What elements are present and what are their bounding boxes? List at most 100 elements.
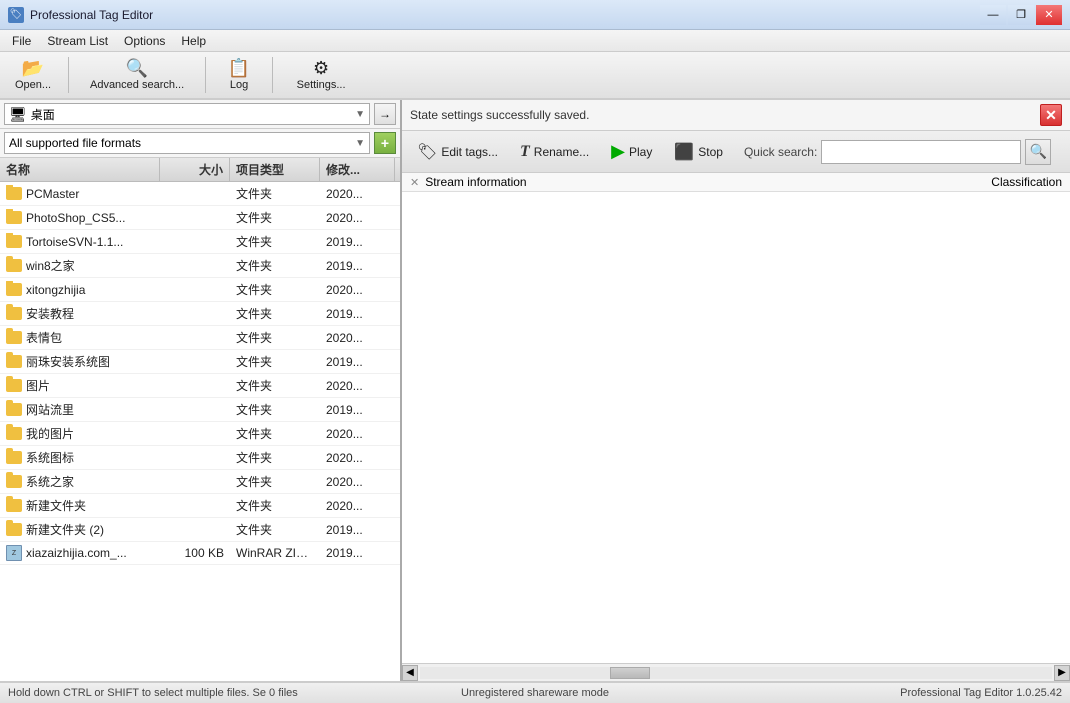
stop-button[interactable]: ⬛ Stop — [665, 135, 732, 169]
col-type-header[interactable]: 项目类型 — [230, 158, 320, 181]
file-name-cell: 安装教程 — [0, 303, 160, 324]
file-modified-cell: 2020... — [320, 281, 395, 299]
table-row[interactable]: xitongzhijia 文件夹 2020... — [0, 278, 400, 302]
settings-button[interactable]: ⚙ Settings... — [281, 55, 361, 95]
file-list[interactable]: 名称 大小 项目类型 修改... PCMaster 文件夹 2020... Ph… — [0, 158, 400, 681]
menu-stream-list[interactable]: Stream List — [39, 32, 116, 50]
search-icon: 🔍 — [126, 59, 148, 77]
status-notification: State settings successfully saved. ✕ — [402, 100, 1070, 131]
edit-tags-button[interactable]: 🏷 Edit tags... — [408, 135, 507, 169]
play-icon: ▶ — [611, 141, 625, 162]
log-icon: 📋 — [228, 59, 250, 77]
table-row[interactable]: 图片 文件夹 2020... — [0, 374, 400, 398]
menu-options[interactable]: Options — [116, 32, 173, 50]
table-row[interactable]: 我的图片 文件夹 2020... — [0, 422, 400, 446]
quick-search-input[interactable] — [821, 140, 1021, 164]
restore-button[interactable]: ❐ — [1008, 5, 1034, 25]
file-name-cell: 图片 — [0, 375, 160, 396]
scroll-thumb[interactable] — [610, 667, 650, 679]
table-row[interactable]: TortoiseSVN-1.1... 文件夹 2019... — [0, 230, 400, 254]
edit-tags-icon: 🏷 — [417, 142, 437, 162]
menu-help[interactable]: Help — [173, 32, 214, 50]
file-modified-cell: 2020... — [320, 425, 395, 443]
file-modified-cell: 2019... — [320, 521, 395, 539]
minimize-button[interactable]: — — [980, 5, 1006, 25]
file-modified-cell: 2019... — [320, 257, 395, 275]
file-size-cell — [160, 432, 230, 436]
scroll-right-button[interactable]: ▶ — [1054, 665, 1070, 681]
stream-close-button[interactable]: ✕ — [410, 176, 419, 189]
table-row[interactable]: PhotoShop_CS5... 文件夹 2020... — [0, 206, 400, 230]
app-title: Professional Tag Editor — [30, 8, 980, 22]
add-filter-button[interactable]: + — [374, 132, 396, 154]
file-type-cell: 文件夹 — [230, 279, 320, 300]
log-button[interactable]: 📋 Log — [214, 55, 264, 95]
col-modified-header[interactable]: 修改... — [320, 158, 395, 181]
file-list-header: 名称 大小 项目类型 修改... — [0, 158, 400, 182]
scroll-track[interactable] — [420, 667, 1052, 679]
rename-icon: T — [520, 143, 530, 161]
file-name-cell: 表情包 — [0, 327, 160, 348]
close-button[interactable]: ✕ — [1036, 5, 1062, 25]
separator3 — [272, 57, 273, 93]
table-row[interactable]: 网站流里 文件夹 2019... — [0, 398, 400, 422]
folder-icon — [6, 451, 22, 464]
quick-search-go-button[interactable]: 🔍 — [1025, 139, 1051, 165]
titlebar: 🏷 Professional Tag Editor — ❐ ✕ — [0, 0, 1070, 30]
path-bar: 🖥 桌面 ▼ → — [0, 100, 400, 129]
file-name-cell: 新建文件夹 (2) — [0, 519, 160, 540]
right-scrollbar[interactable]: ◀ ▶ — [402, 663, 1070, 681]
path-combobox[interactable]: 🖥 桌面 ▼ — [4, 103, 370, 125]
rename-button[interactable]: T Rename... — [511, 135, 598, 169]
file-modified-cell: 2020... — [320, 209, 395, 227]
file-size-cell — [160, 216, 230, 220]
file-name-cell: 我的图片 — [0, 423, 160, 444]
table-row[interactable]: Z xiazaizhijia.com_... 100 KB WinRAR ZIP… — [0, 542, 400, 565]
table-row[interactable]: 表情包 文件夹 2020... — [0, 326, 400, 350]
scroll-left-button[interactable]: ◀ — [402, 665, 418, 681]
file-modified-cell: 2020... — [320, 449, 395, 467]
folder-icon — [6, 187, 22, 200]
table-row[interactable]: 系统之家 文件夹 2020... — [0, 470, 400, 494]
folder-icon — [6, 427, 22, 440]
stream-content-area — [402, 192, 1070, 663]
file-modified-cell: 2019... — [320, 233, 395, 251]
table-row[interactable]: 安装教程 文件夹 2019... — [0, 302, 400, 326]
main-toolbar: 📂 Open... 🔍 Advanced search... 📋 Log ⚙ S… — [0, 52, 1070, 100]
file-type-cell: 文件夹 — [230, 255, 320, 276]
file-type-cell: 文件夹 — [230, 447, 320, 468]
advanced-search-button[interactable]: 🔍 Advanced search... — [77, 55, 197, 95]
path-navigate-button[interactable]: → — [374, 103, 396, 125]
table-row[interactable]: 丽珠安装系统图 文件夹 2019... — [0, 350, 400, 374]
folder-icon — [6, 475, 22, 488]
table-row[interactable]: 新建文件夹 文件夹 2020... — [0, 494, 400, 518]
file-modified-cell: 2019... — [320, 305, 395, 323]
open-button[interactable]: 📂 Open... — [6, 55, 60, 95]
table-row[interactable]: win8之家 文件夹 2019... — [0, 254, 400, 278]
play-button[interactable]: ▶ Play — [602, 135, 661, 169]
file-type-cell: 文件夹 — [230, 351, 320, 372]
file-name-cell: win8之家 — [0, 255, 160, 276]
file-type-cell: 文件夹 — [230, 519, 320, 540]
table-row[interactable]: 新建文件夹 (2) 文件夹 2019... — [0, 518, 400, 542]
file-type-cell: WinRAR ZIP ... — [230, 544, 320, 562]
filter-combo-arrow: ▼ — [355, 138, 365, 149]
settings-icon: ⚙ — [313, 59, 329, 77]
close-status-button[interactable]: ✕ — [1040, 104, 1062, 126]
path-combo-arrow: ▼ — [355, 109, 365, 120]
file-name-cell: PCMaster — [0, 185, 160, 203]
filter-combobox[interactable]: All supported file formats ▼ — [4, 132, 370, 154]
quick-search-label: Quick search: — [744, 145, 817, 159]
table-row[interactable]: 系统图标 文件夹 2020... — [0, 446, 400, 470]
file-size-cell: 100 KB — [160, 544, 230, 562]
menubar: File Stream List Options Help — [0, 30, 1070, 52]
file-name-cell: TortoiseSVN-1.1... — [0, 233, 160, 251]
menu-file[interactable]: File — [4, 32, 39, 50]
col-size-header[interactable]: 大小 — [160, 158, 230, 181]
col-name-header[interactable]: 名称 — [0, 158, 160, 181]
folder-icon — [6, 379, 22, 392]
stop-icon: ⬛ — [674, 142, 694, 162]
table-row[interactable]: PCMaster 文件夹 2020... — [0, 182, 400, 206]
status-message: State settings successfully saved. — [410, 108, 589, 122]
folder-icon — [6, 523, 22, 536]
